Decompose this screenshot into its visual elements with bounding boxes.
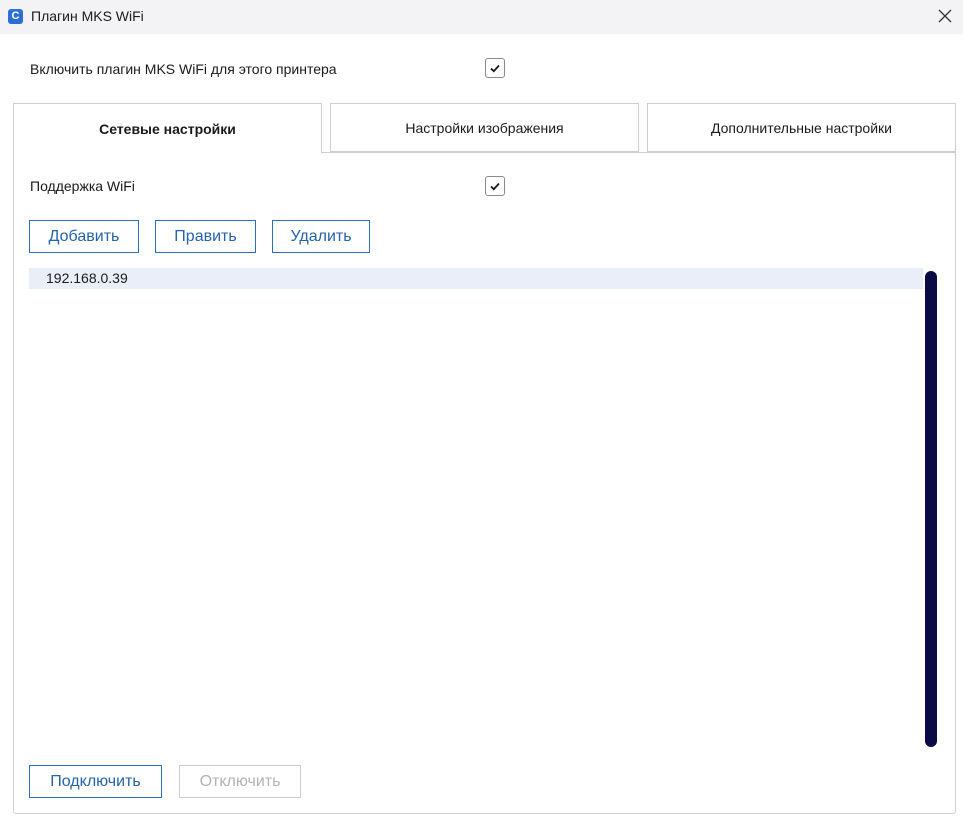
scrollbar[interactable]: [925, 271, 937, 747]
list-item[interactable]: 192.168.0.39: [29, 268, 923, 289]
window-title: Плагин MKS WiFi: [31, 8, 144, 24]
wifi-support-checkbox[interactable]: [485, 176, 505, 196]
delete-printer-button[interactable]: Удалить: [272, 220, 370, 253]
enable-plugin-label: Включить плагин MKS WiFi для этого принт…: [30, 61, 337, 77]
tab-label: Настройки изображения: [405, 119, 564, 136]
title-bar: C Плагин MKS WiFi: [0, 0, 963, 34]
enable-plugin-checkbox[interactable]: [485, 58, 505, 78]
app-logo-icon: C: [8, 9, 23, 24]
edit-printer-button[interactable]: Править: [155, 220, 256, 253]
add-printer-button[interactable]: Добавить: [29, 220, 139, 253]
tab-network-settings[interactable]: Сетевые настройки: [13, 103, 322, 153]
checkmark-icon: [490, 64, 500, 72]
close-icon: [938, 9, 952, 23]
close-button[interactable]: [931, 3, 959, 29]
disconnect-button: Отключить: [179, 765, 301, 798]
tab-label: Дополнительные настройки: [711, 119, 892, 136]
wifi-support-label: Поддержка WiFi: [30, 178, 135, 194]
tab-advanced-settings[interactable]: Дополнительные настройки: [647, 103, 956, 152]
printer-list: 192.168.0.39: [29, 268, 938, 748]
connect-button[interactable]: Подключить: [29, 765, 162, 798]
tab-label: Сетевые настройки: [99, 120, 236, 137]
checkmark-icon: [490, 182, 500, 190]
tab-image-settings[interactable]: Настройки изображения: [330, 103, 639, 152]
